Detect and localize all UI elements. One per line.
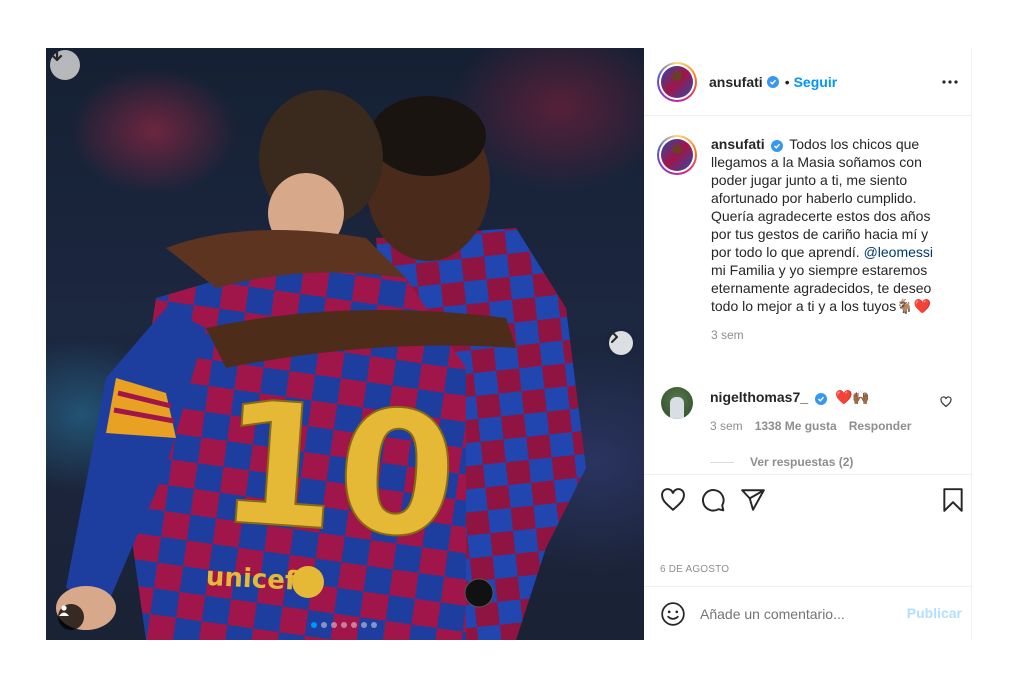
svg-text:10: 10 bbox=[213, 364, 463, 578]
post-actions bbox=[644, 474, 972, 524]
carousel-dot bbox=[331, 622, 337, 628]
post-photo[interactable]: 10 unicef bbox=[46, 48, 644, 640]
more-options-icon bbox=[942, 80, 958, 84]
like-button[interactable] bbox=[660, 487, 686, 513]
caption-author[interactable]: ansufati bbox=[711, 136, 765, 152]
reply-button[interactable]: Responder bbox=[849, 419, 912, 433]
comment-timestamp[interactable]: 3 sem bbox=[710, 419, 743, 433]
comment-item: nigelthomas7_ ❤️🙌🏾 3 sem 1338 Me gusta R… bbox=[661, 387, 966, 433]
user-tag-icon bbox=[59, 605, 69, 616]
heart-icon bbox=[940, 396, 952, 408]
mention-link[interactable]: @leomessi bbox=[864, 244, 933, 260]
view-replies-button[interactable]: Ver respuestas (2) bbox=[710, 455, 853, 469]
download-button[interactable] bbox=[50, 50, 80, 80]
share-button[interactable] bbox=[740, 487, 766, 513]
caption-timestamp[interactable]: 3 sem bbox=[711, 326, 951, 344]
comment-like-button[interactable] bbox=[940, 395, 952, 413]
verified-icon bbox=[770, 140, 783, 152]
author-avatar[interactable] bbox=[657, 61, 697, 102]
add-comment-bar: Publicar bbox=[644, 586, 972, 640]
verified-icon bbox=[815, 393, 828, 405]
publish-button[interactable]: Publicar bbox=[907, 605, 962, 621]
share-icon bbox=[741, 489, 765, 511]
caption-avatar[interactable] bbox=[657, 135, 697, 175]
post-date[interactable]: 6 de agosto bbox=[660, 564, 729, 575]
post-side-panel: ansufati • Seguir ansufati Todos los chi bbox=[644, 48, 972, 640]
comment-text: ❤️🙌🏾 bbox=[834, 389, 870, 405]
separator-dot: • bbox=[784, 73, 790, 90]
carousel-dot bbox=[371, 622, 377, 628]
save-button[interactable] bbox=[940, 487, 966, 513]
next-photo-button[interactable] bbox=[609, 331, 633, 355]
emoji-icon[interactable] bbox=[660, 601, 686, 627]
caption-text: ansufati Todos los chicos que llegamos a… bbox=[711, 135, 951, 344]
comment-input[interactable] bbox=[700, 605, 900, 622]
more-options-button[interactable] bbox=[938, 70, 962, 94]
follow-button[interactable]: Seguir bbox=[794, 74, 838, 90]
photo-illustration: 10 unicef bbox=[56, 90, 586, 640]
svg-text:unicef: unicef bbox=[205, 562, 297, 597]
heart-icon bbox=[661, 488, 685, 512]
chevron-right-icon bbox=[611, 331, 618, 343]
carousel-dot bbox=[341, 622, 347, 628]
download-icon bbox=[51, 50, 63, 62]
tagged-users-button[interactable] bbox=[58, 604, 84, 630]
commenter-avatar[interactable] bbox=[661, 387, 693, 419]
carousel-dot bbox=[361, 622, 367, 628]
comment-likes[interactable]: 1338 Me gusta bbox=[755, 419, 837, 433]
comment-button[interactable] bbox=[700, 487, 726, 513]
carousel-dot bbox=[351, 622, 357, 628]
comment-icon bbox=[702, 489, 725, 512]
author-username[interactable]: ansufati bbox=[709, 74, 763, 90]
caption-emoji: 🐐❤️ bbox=[896, 298, 932, 314]
caption-body-1: Todos los chicos que llegamos a la Masia… bbox=[711, 136, 931, 260]
view-replies-label: Ver respuestas (2) bbox=[750, 455, 854, 469]
comments-section[interactable]: ansufati Todos los chicos que llegamos a… bbox=[644, 117, 972, 473]
caption: ansufati Todos los chicos que llegamos a… bbox=[657, 135, 962, 344]
bookmark-icon bbox=[943, 488, 963, 512]
carousel-indicator bbox=[311, 622, 377, 628]
carousel-dot bbox=[321, 622, 327, 628]
commenter-username[interactable]: nigelthomas7_ bbox=[710, 389, 808, 405]
verified-icon bbox=[766, 75, 779, 88]
carousel-dot bbox=[311, 622, 317, 628]
post-header: ansufati • Seguir bbox=[644, 48, 972, 116]
